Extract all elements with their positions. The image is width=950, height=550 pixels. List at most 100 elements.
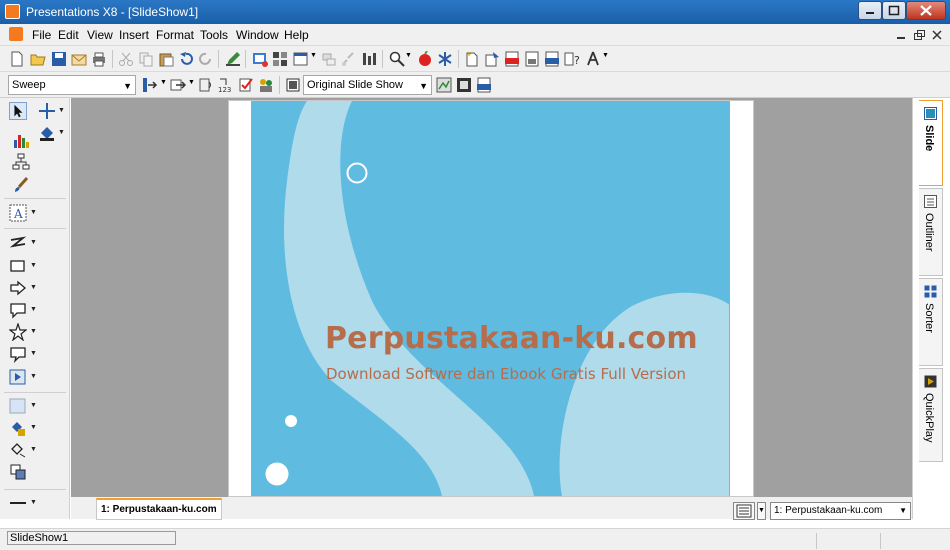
menu-edit[interactable]: Edit (58, 28, 79, 42)
rectangle-tool-dropdown-icon[interactable]: ▼ (30, 262, 37, 269)
publish-icon[interactable] (484, 51, 500, 67)
cut-icon[interactable] (118, 51, 134, 67)
app-logo-icon[interactable] (5, 4, 20, 19)
star-shape-dropdown-icon[interactable]: ▼ (30, 328, 37, 335)
document-icon[interactable] (9, 27, 23, 41)
crosshair-icon[interactable] (38, 102, 56, 120)
line-width-dropdown-icon[interactable]: ▼ (30, 499, 37, 506)
line-tool-dropdown-icon[interactable]: ▼ (30, 239, 37, 246)
fill-pattern-dropdown-icon[interactable]: ▼ (30, 402, 37, 409)
arrow-shape-icon[interactable] (9, 279, 27, 297)
menu-tools[interactable]: Tools (200, 28, 228, 42)
help-topic-icon[interactable]: ? (564, 51, 580, 67)
numbering-icon[interactable]: 123 (218, 77, 234, 93)
crosshair-dropdown-icon[interactable]: ▼ (58, 107, 65, 114)
slide-navigator-dropdown[interactable]: ▼ (757, 502, 766, 520)
checklist-icon[interactable] (238, 77, 254, 93)
slide-tab-1[interactable]: 1: Perpustakaan-ku.com (96, 498, 222, 520)
rectangle-tool-icon[interactable] (9, 257, 27, 275)
shadow-icon[interactable] (9, 419, 27, 437)
slideshow-icon[interactable] (285, 77, 301, 93)
edit-slide-icon[interactable] (225, 51, 241, 67)
film-icon[interactable] (456, 77, 472, 93)
transition-select[interactable]: Sweep ▼ (8, 75, 136, 95)
play-show-icon[interactable] (436, 77, 452, 93)
text-box-dropdown-icon[interactable]: ▼ (30, 209, 37, 216)
open-icon[interactable] (30, 51, 46, 67)
select-arrow-icon[interactable] (9, 102, 27, 120)
hyperlink-icon[interactable] (321, 51, 337, 67)
snowflake-icon[interactable] (437, 51, 453, 67)
callout-shape-dropdown-icon[interactable]: ▼ (30, 306, 37, 313)
paste-icon[interactable] (158, 51, 174, 67)
speech-shape-icon[interactable] (9, 345, 27, 363)
fill-color-dropdown-icon[interactable]: ▼ (58, 129, 65, 136)
speech-shape-dropdown-icon[interactable]: ▼ (30, 350, 37, 357)
people-icon[interactable] (258, 77, 274, 93)
object-icon[interactable] (361, 51, 377, 67)
new-icon[interactable] (9, 51, 25, 67)
speed-dropdown-icon[interactable]: ▼ (188, 79, 195, 86)
action-button-dropdown-icon[interactable]: ▼ (30, 373, 37, 380)
minimize-button[interactable] (858, 1, 882, 20)
outline-icon[interactable] (9, 441, 27, 459)
slide-subtitle[interactable]: Download Softwre dan Ebook Gratis Full V… (326, 365, 726, 383)
slideshow-select[interactable]: Original Slide Show ▼ (303, 75, 432, 95)
fill-pattern-icon[interactable] (9, 397, 27, 415)
doc-close-icon[interactable] (929, 28, 945, 42)
doc-restore-icon[interactable] (911, 28, 927, 42)
menu-window[interactable]: Window (236, 28, 279, 42)
outline-dropdown-icon[interactable]: ▼ (30, 446, 37, 453)
chart-icon[interactable] (12, 131, 30, 149)
action-button-icon[interactable] (9, 368, 27, 386)
print-icon[interactable] (91, 51, 107, 67)
menu-help[interactable]: Help (284, 28, 309, 42)
arrange-icon[interactable] (9, 463, 27, 481)
link-icon[interactable] (341, 51, 357, 67)
brush-icon[interactable] (12, 176, 30, 194)
master-icon[interactable] (293, 51, 309, 67)
text-box-icon[interactable]: A (9, 204, 27, 222)
tab-quickplay[interactable]: QuickPlay (919, 368, 943, 462)
shadow-dropdown-icon[interactable]: ▼ (30, 424, 37, 431)
save-icon[interactable] (51, 51, 67, 67)
redo-icon[interactable] (198, 51, 214, 67)
undo-icon[interactable] (178, 51, 194, 67)
pointer-tools-icon[interactable] (585, 51, 601, 67)
maximize-button[interactable] (882, 1, 906, 20)
zoom-icon[interactable] (389, 51, 405, 67)
menu-file[interactable]: File (32, 28, 51, 42)
menu-format[interactable]: Format (156, 28, 194, 42)
direction-icon[interactable] (142, 77, 158, 93)
sound-icon[interactable] (198, 77, 214, 93)
html-icon[interactable] (544, 51, 560, 67)
tab-slide[interactable]: Slide (919, 100, 943, 186)
slide-navigator-button[interactable] (733, 502, 755, 520)
zoom-dropdown-icon[interactable]: ▼ (405, 52, 412, 59)
new-page-icon[interactable] (464, 51, 480, 67)
doc-minimize-icon[interactable] (893, 28, 909, 42)
fill-color-icon[interactable] (38, 124, 56, 142)
layout-icon[interactable] (272, 51, 288, 67)
apple-icon[interactable] (417, 51, 433, 67)
web-show-icon[interactable] (476, 77, 492, 93)
tab-outliner[interactable]: Outliner (919, 188, 943, 276)
direction-dropdown-icon[interactable]: ▼ (160, 79, 167, 86)
copy-icon[interactable] (138, 51, 154, 67)
slide-select[interactable]: 1: Perpustakaan-ku.com ▼ (770, 502, 911, 520)
menu-insert[interactable]: Insert (119, 28, 149, 42)
pointer-tools-dropdown-icon[interactable]: ▼ (602, 52, 609, 59)
star-shape-icon[interactable] (9, 323, 27, 341)
pdf-icon[interactable] (504, 51, 520, 67)
menu-view[interactable]: View (87, 28, 113, 42)
callout-shape-icon[interactable] (9, 301, 27, 319)
slide-title[interactable]: Perpustakaan-ku.com (325, 321, 705, 356)
arrow-shape-dropdown-icon[interactable]: ▼ (30, 284, 37, 291)
speed-icon[interactable] (170, 77, 186, 93)
line-width-icon[interactable] (9, 494, 27, 512)
line-tool-icon[interactable] (9, 234, 27, 252)
org-chart-icon[interactable] (12, 153, 30, 171)
master-dropdown-icon[interactable]: ▼ (310, 52, 317, 59)
export-icon[interactable] (524, 51, 540, 67)
mail-icon[interactable] (71, 51, 87, 67)
